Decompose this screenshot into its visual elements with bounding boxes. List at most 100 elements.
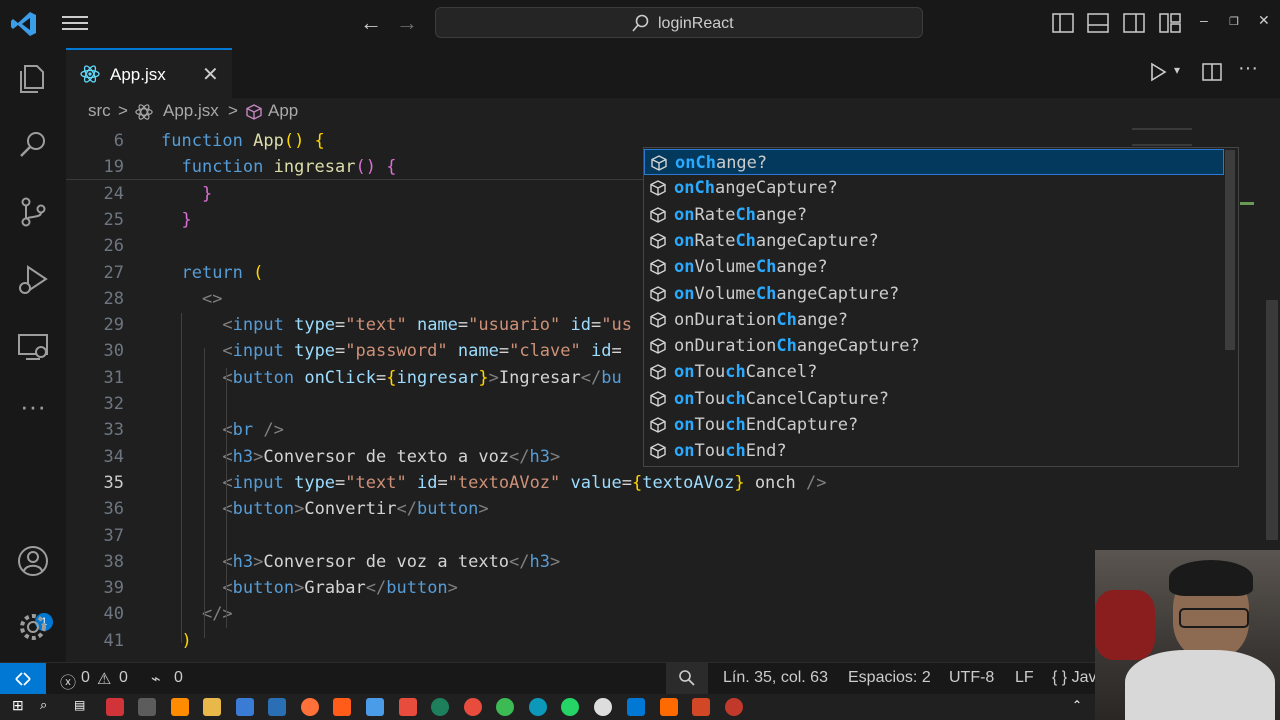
run-dropdown-icon[interactable]: ▾ <box>1174 63 1180 77</box>
line-number: 33 <box>103 420 124 441</box>
run-debug-icon[interactable] <box>16 263 50 297</box>
code-token: ingresar <box>273 157 356 178</box>
suggestion-item[interactable]: onDurationChange? <box>644 307 1224 333</box>
tray-chevron-icon[interactable]: ⌃ <box>1072 698 1082 712</box>
activity-bar: ··· 1 <box>0 48 66 662</box>
line-number: 19 <box>103 157 124 178</box>
explorer-icon[interactable] <box>16 62 50 96</box>
taskbar-app-icon[interactable] <box>236 698 254 716</box>
language-mode[interactable]: { } Jav <box>1052 669 1096 687</box>
suggestion-item[interactable]: onTouchEnd? <box>644 438 1224 464</box>
breadcrumb-symbol[interactable]: App <box>268 101 298 121</box>
minimize-icon[interactable]: – <box>1200 12 1208 28</box>
more-views-icon[interactable]: ··· <box>16 393 50 430</box>
back-arrow-icon[interactable]: ← <box>360 10 382 36</box>
code-token: "usuario" <box>468 315 571 336</box>
taskbar-app-icon[interactable] <box>268 698 286 716</box>
menu-icon[interactable] <box>62 12 88 36</box>
suggestion-item[interactable]: onTouchEndCapture? <box>644 412 1224 438</box>
command-center[interactable]: loginReact <box>435 7 923 38</box>
code-token: onClick <box>304 367 376 388</box>
close-window-icon[interactable]: ✕ <box>1258 12 1270 29</box>
code-token: name <box>416 315 458 336</box>
encoding[interactable]: UTF-8 <box>949 669 994 687</box>
breadcrumb-file[interactable]: App.jsx <box>163 101 219 121</box>
suggestion-item[interactable]: onDurationChangeCapture? <box>644 333 1224 359</box>
more-actions-icon[interactable]: ··· <box>1238 57 1258 80</box>
github-icon[interactable] <box>594 698 612 716</box>
tab-app-jsx[interactable]: App.jsx ✕ <box>66 48 232 98</box>
toggle-panel-icon[interactable] <box>1087 13 1109 33</box>
customize-layout-icon[interactable] <box>1159 13 1181 33</box>
taskbar-app-icon[interactable] <box>366 698 384 716</box>
suggestion-label-part: ch <box>725 388 746 409</box>
code-token: = <box>611 341 622 362</box>
ports-icon[interactable]: ⌁ <box>151 669 161 689</box>
accounts-icon[interactable] <box>16 544 50 578</box>
suggestion-scrollbar[interactable] <box>1225 150 1235 350</box>
warnings-count[interactable]: 0 <box>119 669 128 687</box>
indent-guide <box>226 368 227 628</box>
search-icon[interactable] <box>16 128 50 162</box>
errors-icon[interactable]: ⓧ <box>60 669 76 693</box>
code-token: id <box>570 315 591 336</box>
errors-count[interactable]: 0 <box>81 669 90 687</box>
source-control-icon[interactable] <box>16 195 50 229</box>
suggestion-item[interactable]: onTouchCancel? <box>644 359 1224 385</box>
code-token: /> <box>263 420 284 441</box>
run-icon[interactable] <box>1148 62 1168 82</box>
split-editor-icon[interactable] <box>1202 62 1222 82</box>
ports-count[interactable]: 0 <box>174 669 183 687</box>
taskbar-app-icon[interactable] <box>171 698 189 716</box>
file-explorer-icon[interactable] <box>203 698 221 716</box>
manage-gear-icon[interactable] <box>16 610 50 644</box>
taskbar-app-icon[interactable] <box>138 698 156 716</box>
suggestion-item[interactable]: onChangeCapture? <box>644 175 1224 201</box>
editor-scrollbar[interactable] <box>1266 300 1278 540</box>
line-number: 39 <box>103 578 124 599</box>
forward-arrow-icon[interactable]: → <box>396 10 418 36</box>
toggle-secondary-sidebar-icon[interactable] <box>1123 13 1145 33</box>
warnings-icon[interactable]: ⚠ <box>97 669 111 689</box>
taskbar-app-icon[interactable] <box>660 698 678 716</box>
suggestion-item[interactable]: onRateChange? <box>644 202 1224 228</box>
end-of-line[interactable]: LF <box>1015 669 1034 687</box>
indentation[interactable]: Espacios: 2 <box>848 669 931 687</box>
toggle-primary-sidebar-icon[interactable] <box>1052 13 1074 33</box>
taskbar-app-icon[interactable] <box>561 698 579 716</box>
vscode-taskbar-icon[interactable] <box>627 698 645 716</box>
chrome-icon[interactable] <box>464 698 482 716</box>
remote-indicator[interactable] <box>0 663 46 694</box>
taskbar-search-icon[interactable]: ⌕ <box>40 697 47 713</box>
suggestion-label-part: on <box>674 415 695 435</box>
taskbar-app-icon[interactable] <box>431 698 449 716</box>
close-tab-icon[interactable]: ✕ <box>202 62 219 87</box>
code-token: Ingresar <box>498 367 581 388</box>
taskbar-app-icon[interactable] <box>725 698 743 716</box>
suggestion-item[interactable]: onRateChangeCapture? <box>644 228 1224 254</box>
suggestion-item[interactable]: onTouchCancelCapture? <box>644 386 1224 412</box>
taskbar-app-icon[interactable] <box>399 698 417 716</box>
taskbar-app-icon[interactable] <box>106 698 124 716</box>
edge-icon[interactable] <box>529 698 547 716</box>
suggestion-item[interactable]: onVolumeChange? <box>644 254 1224 280</box>
restore-icon[interactable]: ❐ <box>1229 15 1239 28</box>
remote-explorer-icon[interactable] <box>16 330 50 364</box>
suggestion-item[interactable]: onChange? <box>644 149 1224 175</box>
code-token: </ <box>396 499 417 520</box>
taskbar-app-icon[interactable] <box>333 698 351 716</box>
zoom-indicator[interactable] <box>666 663 708 694</box>
code-token: Conversor de texto a voz <box>263 446 510 467</box>
powerpoint-icon[interactable] <box>692 698 710 716</box>
suggestion-item[interactable]: onVolumeChangeCapture? <box>644 281 1224 307</box>
windows-start-icon[interactable]: ⊞ <box>12 697 24 714</box>
task-view-icon[interactable]: ▤ <box>74 698 85 712</box>
cursor-position[interactable]: Lín. 35, col. 63 <box>723 669 828 687</box>
firefox-icon[interactable] <box>301 698 319 716</box>
chrome-icon[interactable] <box>496 698 514 716</box>
code-token: () { <box>283 131 325 151</box>
breadcrumb-folder[interactable]: src <box>88 101 111 121</box>
line-number: 38 <box>103 551 124 572</box>
